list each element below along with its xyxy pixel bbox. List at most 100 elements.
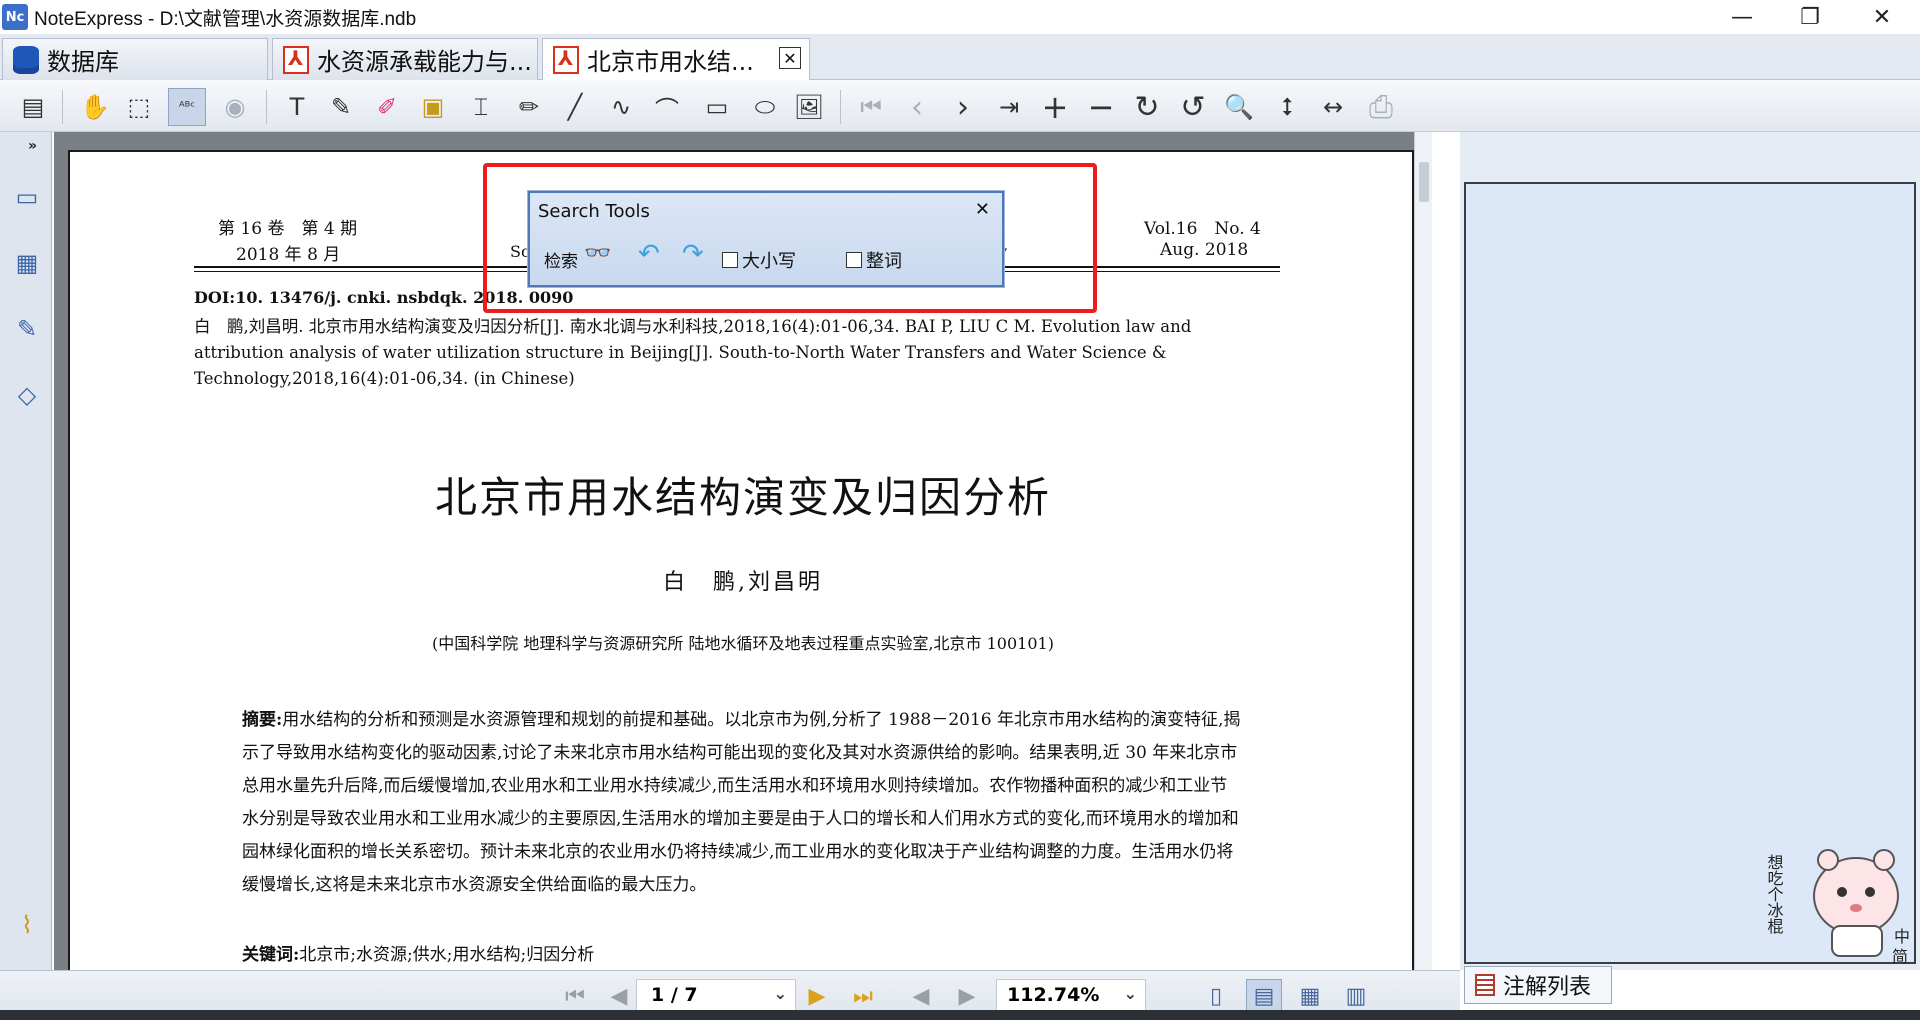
status-last-page-icon[interactable]: ⏭ (848, 981, 878, 1011)
zoom-tool-icon[interactable]: 🔍 (1220, 88, 1258, 126)
title-bar: Nc NoteExpress - D:\文献管理\水资源数据库.ndb — ❐ … (0, 0, 1920, 34)
line-tool-icon[interactable]: ╱ (556, 88, 594, 126)
tab-pdf-water-capacity[interactable]: 水资源承载能力与... (272, 38, 538, 80)
thumbnails-icon[interactable]: ▦ (12, 246, 42, 280)
continuous-view-icon[interactable]: ▤ (1246, 979, 1282, 1013)
noteexpress-window: Nc NoteExpress - D:\文献管理\水资源数据库.ndb — ❐ … (0, 0, 1920, 1020)
page-number-field[interactable]: 1 / 7 ⌄ (636, 979, 796, 1011)
status-first-page-icon[interactable]: ⏮ (560, 981, 590, 1011)
rotate-clockwise-icon[interactable]: ↻ (1128, 88, 1166, 126)
status-next-page-icon[interactable]: ▶ (802, 981, 832, 1011)
pdf-icon (553, 45, 579, 74)
text-note-icon[interactable]: T (278, 88, 316, 126)
keywords-text: 北京市;水资源;供水;用水结构;归因分析 (299, 945, 595, 965)
mascot-mark-1: 中 (1894, 927, 1910, 946)
zoom-in-icon[interactable]: + (1036, 88, 1074, 126)
pdf-icon (283, 45, 309, 74)
author-affiliation: (中国科学院 地理科学与资源研究所 陆地水循环及地表过程重点实验室,北京市 10… (432, 634, 1054, 653)
chevron-down-icon[interactable]: ⌄ (774, 984, 787, 1003)
freehand-icon[interactable]: ∿ (602, 88, 640, 126)
document-vertical-scrollbar[interactable] (1414, 132, 1432, 970)
document-tab-bar: 数据库 水资源承载能力与... 北京市用水结... ✕ (0, 34, 1920, 80)
area-highlight-icon[interactable]: ▣ (414, 88, 452, 126)
textbox-icon[interactable]: ⌶ (462, 88, 500, 126)
scrollbar-thumb[interactable] (1419, 162, 1429, 202)
zoom-value: 112.74% (1007, 984, 1100, 1006)
bookmarks-icon[interactable]: ▭ (12, 180, 42, 214)
next-page-icon[interactable]: › (944, 88, 982, 126)
tab-pdf-beijing-water[interactable]: 北京市用水结... ✕ (542, 38, 810, 80)
pencil-icon[interactable]: ✏ (510, 88, 548, 126)
article-authors: 白 鹏,刘昌明 (663, 570, 823, 595)
toolbar-separator (266, 90, 267, 124)
curve-icon[interactable]: ⌒ (648, 88, 686, 126)
tab-database[interactable]: 数据库 (2, 38, 268, 80)
text-select-icon[interactable]: ᴬᴮᶜ (168, 88, 206, 126)
history-back-icon[interactable]: ◀ (906, 981, 936, 1011)
annotation-list-panel: 想吃个冰棍 中 简 注解列表 (1460, 132, 1920, 1004)
tab-label: 数据库 (47, 48, 119, 76)
journal-volume-issue-en: Vol.16 No. 4 (1144, 219, 1261, 239)
abstract-paragraph: 摘要:用水结构的分析和预测是水资源管理和规划的前提和基础。以北京市为例,分析了 … (242, 704, 1242, 902)
keywords-line: 关键词:北京市;水资源;供水;用水结构;归因分析 (242, 940, 1242, 965)
minimize-button[interactable]: — (1708, 0, 1776, 34)
tab-annotation-list[interactable]: 注解列表 (1464, 966, 1612, 1004)
mascot-sticker-icon: 想吃个冰棍 中 简 (1766, 849, 1910, 964)
ellipse-icon[interactable]: ⬭ (744, 88, 786, 126)
print-icon[interactable]: ⎙ (1362, 88, 1400, 126)
app-logo-icon: Nc (2, 4, 28, 30)
toolbar-separator (62, 90, 63, 124)
mascot-caption: 想吃个冰棍 (1766, 854, 1784, 935)
fit-height-icon[interactable]: ⭥ (1268, 88, 1306, 126)
insert-image-icon[interactable]: 🖼 (790, 88, 828, 126)
annotation-list-icon (1475, 974, 1495, 996)
database-icon (13, 45, 39, 74)
journal-date: 2018 年 8 月 (236, 245, 341, 265)
first-page-icon[interactable]: ⏮ (852, 88, 890, 126)
book-view-icon[interactable]: ▥ (1338, 979, 1374, 1013)
edit-note-icon[interactable]: ✎ (322, 88, 360, 126)
citation-text: 白 鹏,刘昌明. 北京市用水结构演变及归因分析[J]. 南水北调与水利科技,20… (194, 317, 1192, 388)
zoom-out-icon[interactable]: − (1082, 88, 1120, 126)
chevron-down-icon[interactable]: ⌄ (1124, 984, 1137, 1003)
maximize-button[interactable]: ❐ (1776, 0, 1844, 34)
tab-label: 北京市用水结... (587, 48, 754, 76)
toolbar-separator (840, 90, 841, 124)
page-indicator: 1 / 7 (651, 984, 698, 1006)
highlight-icon[interactable]: ✐ (368, 88, 406, 126)
tab-label: 水资源承载能力与... (317, 48, 532, 76)
red-highlight-annotation (483, 163, 1097, 313)
last-page-icon[interactable]: ⇥ (990, 88, 1028, 126)
attachments-icon[interactable]: ⌇ (12, 908, 42, 942)
mascot-mark-2: 简 (1892, 947, 1908, 964)
annotation-toolbar: ▤ ✋ ⬚ ᴬᴮᶜ ◉ T ✎ ✐ ▣ ⌶ ✏ ╱ ∿ ⌒ ▭ ⬭ 🖼 ⏮ ‹ … (0, 80, 1920, 132)
journal-date-en: Aug. 2018 (1160, 240, 1249, 260)
window-title: NoteExpress - D:\文献管理\水资源数据库.ndb (34, 8, 417, 30)
note-panel-icon[interactable]: ▤ (14, 88, 52, 126)
hand-tool-icon[interactable]: ✋ (76, 88, 114, 126)
status-previous-page-icon[interactable]: ◀ (604, 981, 634, 1011)
single-page-view-icon[interactable]: ▯ (1198, 979, 1234, 1013)
notes-icon[interactable]: ✎ (12, 312, 42, 346)
rectangle-icon[interactable]: ▭ (696, 88, 738, 126)
article-title: 北京市用水结构演变及归因分析 (434, 473, 1051, 522)
abstract-label: 摘要: (242, 710, 283, 730)
snapshot-icon[interactable]: ◉ (216, 88, 254, 126)
rectangle-select-icon[interactable]: ⬚ (120, 88, 158, 126)
abstract-text: 用水结构的分析和预测是水资源管理和规划的前提和基础。以北京市为例,分析了 198… (242, 710, 1241, 895)
annotation-list-area[interactable]: 想吃个冰棍 中 简 (1464, 182, 1916, 964)
left-navigation-panel: » ▭ ▦ ✎ ◇ ⌇ (0, 132, 52, 970)
keywords-label: 关键词: (242, 945, 300, 965)
close-window-button[interactable]: ✕ (1848, 0, 1916, 34)
layers-icon[interactable]: ◇ (12, 378, 42, 412)
facing-view-icon[interactable]: ▦ (1292, 979, 1328, 1013)
taskbar-edge (0, 1010, 1920, 1020)
history-forward-icon[interactable]: ▶ (952, 981, 982, 1011)
annotation-list-label: 注解列表 (1503, 975, 1592, 1000)
expand-panel-icon[interactable]: » (28, 138, 37, 154)
rotate-counterclockwise-icon[interactable]: ↺ (1174, 88, 1212, 126)
previous-page-icon[interactable]: ‹ (898, 88, 936, 126)
zoom-level-field[interactable]: 112.74% ⌄ (996, 979, 1146, 1011)
tab-close-icon[interactable]: ✕ (779, 47, 801, 69)
fit-width-icon[interactable]: ↔ (1314, 88, 1352, 126)
